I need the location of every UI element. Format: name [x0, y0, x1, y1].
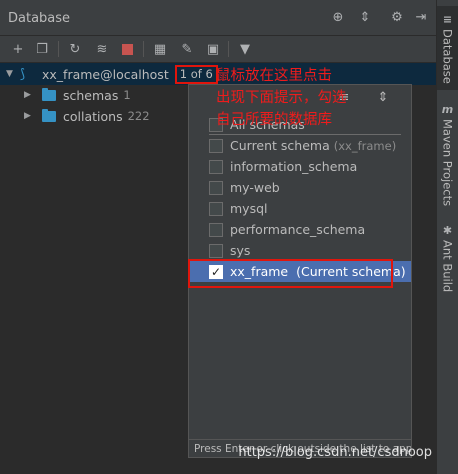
annotation-line-1: 鼠标放在这里点击: [216, 68, 332, 84]
schema-option-label: mysql: [230, 201, 268, 216]
folder-icon: [42, 87, 56, 101]
filter-icon[interactable]: ▼: [236, 40, 254, 58]
schema-option-current[interactable]: Current schema (xx_frame): [189, 135, 411, 156]
hide-icon[interactable]: ⇥: [413, 9, 429, 25]
checkbox[interactable]: [209, 243, 223, 258]
tab-database-label: Database: [440, 28, 455, 84]
refresh-icon[interactable]: ↻: [66, 40, 84, 58]
sql-console-icon[interactable]: ▣: [204, 40, 222, 58]
tab-database[interactable]: ≡ Database: [437, 6, 458, 90]
table-icon[interactable]: ▦: [151, 40, 169, 58]
ant-icon: ✱: [442, 223, 453, 237]
checkbox[interactable]: [209, 159, 223, 174]
annotation-line-2: 出现下面提示，勾选: [216, 90, 347, 106]
collations-label: collations: [63, 108, 123, 124]
expanded-arrow-icon[interactable]: ▼: [6, 69, 16, 79]
schema-option-mysql[interactable]: mysql: [189, 198, 411, 219]
schema-option-sys[interactable]: sys: [189, 240, 411, 261]
schema-option-performance-schema[interactable]: performance_schema: [189, 219, 411, 240]
schema-option-my-web[interactable]: my-web: [189, 177, 411, 198]
tab-maven-label: Maven Projects: [440, 119, 455, 207]
schema-option-label: sys: [230, 243, 251, 258]
collations-count: 222: [127, 109, 150, 123]
checkbox[interactable]: [209, 180, 223, 195]
toolbar-separator: [228, 41, 229, 57]
schema-settings-icon[interactable]: ≋: [93, 40, 111, 58]
database-tool-window-header: Database ⊕ ⇕ ⚙ ⇥: [0, 0, 436, 36]
schema-option-information-schema[interactable]: information_schema: [189, 156, 411, 177]
tab-maven-projects[interactable]: m Maven Projects: [437, 100, 458, 210]
schema-option-note: (xx_frame): [333, 138, 397, 153]
mysql-datasource-icon: ⟆: [20, 66, 26, 82]
watermark-text: https://blog.csdn.net/csdnoop: [238, 445, 432, 460]
right-tool-strip: ≡ Database m Maven Projects ✱ Ant Build: [436, 0, 458, 474]
tab-ant-label: Ant Build: [440, 239, 455, 293]
database-toolbar: + ❐ ↻ ≋ ▦ ✎ ▣ ▼: [0, 36, 436, 62]
checkbox[interactable]: [209, 222, 223, 237]
collapse-icon[interactable]: ⇕: [357, 9, 373, 25]
folder-icon: [42, 108, 56, 122]
schema-option-label: performance_schema: [230, 222, 366, 237]
schemas-label: schemas: [63, 87, 119, 103]
collapsed-arrow-icon[interactable]: ▶: [24, 90, 34, 100]
datasource-label: xx_frame@localhost: [42, 66, 169, 82]
tab-ant-build[interactable]: ✱ Ant Build: [437, 220, 458, 296]
collapse-all-icon[interactable]: ⇕: [375, 89, 391, 105]
collapsed-arrow-icon[interactable]: ▶: [24, 111, 34, 121]
schema-option-label: information_schema: [230, 159, 358, 174]
gear-icon[interactable]: ⚙: [389, 9, 405, 25]
stop-icon[interactable]: [118, 40, 136, 58]
checkbox[interactable]: [209, 138, 223, 153]
annotation-line-3: 自己所要的数据库: [216, 112, 332, 128]
database-icon: ≡: [442, 12, 453, 26]
copy-icon[interactable]: ❐: [33, 40, 51, 58]
maven-icon: m: [441, 103, 454, 117]
toolbar-separator: [143, 41, 144, 57]
tool-window-title: Database: [8, 11, 71, 26]
schemas-count: 1: [123, 88, 131, 102]
schema-count-badge[interactable]: 1 of 6: [174, 64, 218, 84]
add-icon[interactable]: +: [9, 40, 27, 58]
target-icon[interactable]: ⊕: [330, 9, 346, 25]
schema-option-label: Current schema: [230, 138, 330, 153]
schema-option-label: my-web: [230, 180, 280, 195]
toolbar-separator: [58, 41, 59, 57]
checkbox[interactable]: [209, 201, 223, 216]
edit-icon[interactable]: ✎: [178, 40, 196, 58]
highlight-box: [188, 259, 393, 288]
